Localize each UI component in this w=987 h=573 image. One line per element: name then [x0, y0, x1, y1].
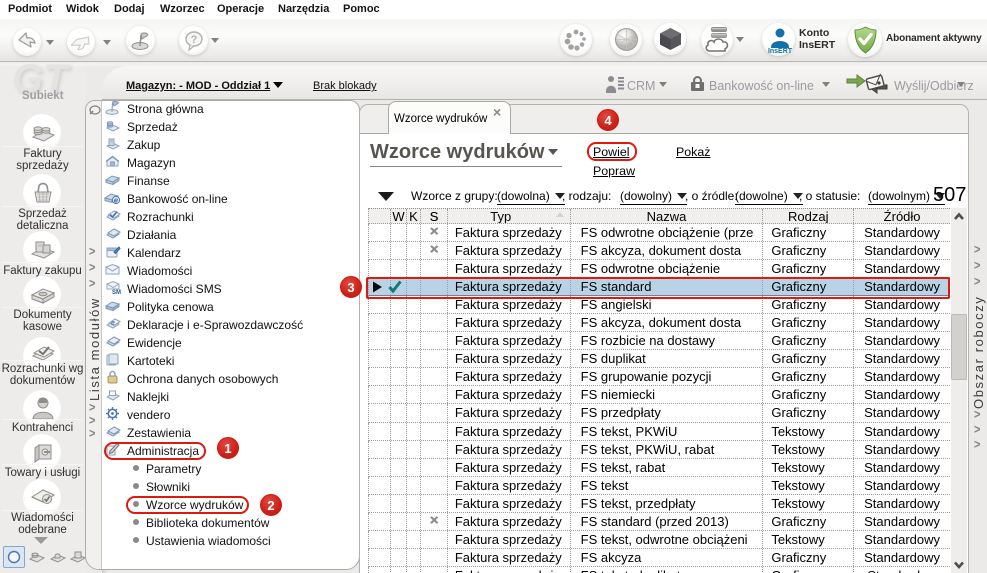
svg-text:SMS: SMS — [112, 290, 121, 295]
svg-text:e: e — [111, 320, 115, 327]
svg-text:InsERT: InsERT — [768, 48, 793, 54]
svg-text:?: ? — [191, 34, 198, 46]
svg-text:e: e — [114, 196, 118, 205]
